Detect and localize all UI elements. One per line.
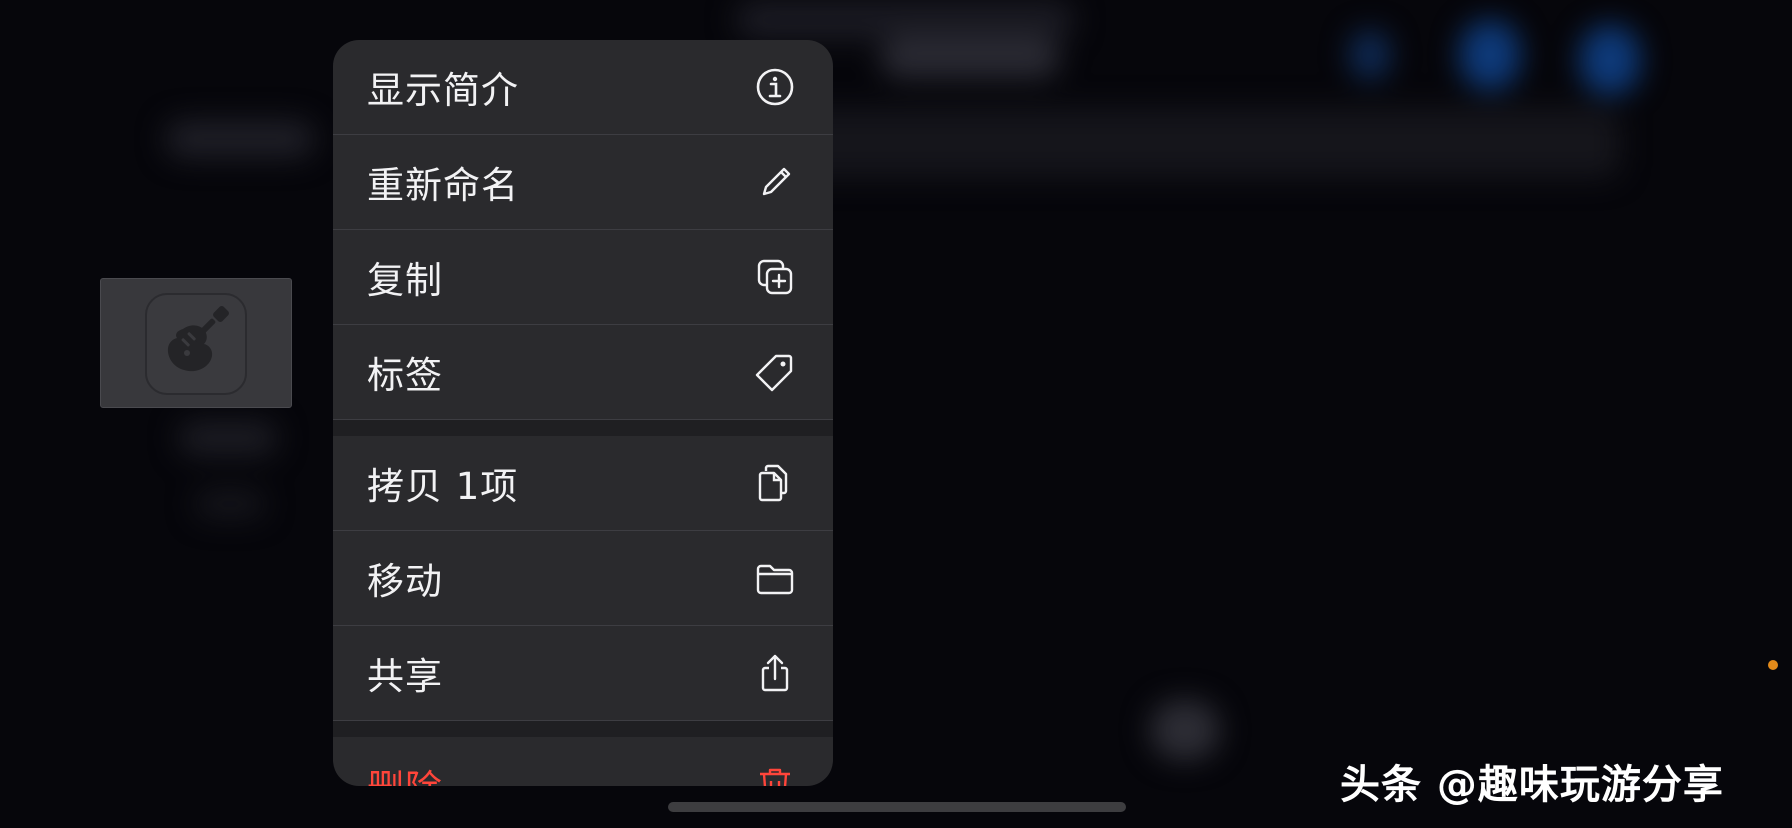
watermark-text: 头条 @趣味玩游分享 (1340, 762, 1724, 808)
context-menu: 显示简介 重新命名 复制 标签 拷贝 1项 移动 共享 (333, 40, 833, 786)
menu-item-label: 共享 (367, 655, 443, 698)
menu-group-separator (333, 420, 833, 436)
screen: 显示简介 重新命名 复制 标签 拷贝 1项 移动 共享 头条 @趣味玩游分享 (0, 0, 1792, 828)
duplicate-plus-icon (753, 255, 797, 299)
menu-item-label: 删除 (367, 758, 443, 787)
background-file-date (195, 490, 265, 518)
background-blue-button (1350, 30, 1390, 80)
folder-icon (753, 556, 797, 600)
background-file-name (178, 420, 278, 456)
background-pill (880, 38, 1060, 78)
guitar-app-icon (145, 293, 247, 395)
copy-documents-icon (753, 461, 797, 505)
home-indicator[interactable] (668, 802, 1126, 812)
menu-item-share[interactable]: 共享 (333, 626, 833, 721)
menu-item-copy[interactable]: 拷贝 1项 (333, 436, 833, 531)
selected-file-thumbnail[interactable] (100, 278, 292, 408)
background-blob (1150, 700, 1220, 760)
menu-item-label: 复制 (367, 259, 443, 302)
menu-item-label: 拷贝 1项 (367, 465, 519, 508)
background-top-bar (735, 0, 1075, 40)
background-blue-button (1580, 25, 1640, 95)
menu-item-label: 标签 (367, 354, 443, 397)
menu-item-get-info[interactable]: 显示简介 (333, 40, 833, 135)
menu-group-separator (333, 721, 833, 737)
guitar-icon (167, 306, 229, 372)
background-header-label (165, 120, 315, 158)
info-circle-icon (753, 65, 797, 109)
background-blue-button (1460, 20, 1520, 90)
blurred-background (0, 0, 1792, 828)
privacy-indicator-dot (1768, 660, 1778, 670)
trash-icon (753, 763, 797, 786)
menu-item-label: 移动 (367, 560, 443, 603)
menu-item-delete[interactable]: 删除 (333, 737, 833, 786)
share-icon (753, 651, 797, 695)
tag-icon (753, 350, 797, 394)
pencil-icon (753, 160, 797, 204)
menu-item-move[interactable]: 移动 (333, 531, 833, 626)
menu-item-duplicate[interactable]: 复制 (333, 230, 833, 325)
menu-item-label: 显示简介 (367, 69, 519, 112)
menu-item-rename[interactable]: 重新命名 (333, 135, 833, 230)
background-search-bar (790, 108, 1620, 178)
menu-item-label: 重新命名 (367, 164, 519, 207)
menu-item-tags[interactable]: 标签 (333, 325, 833, 420)
